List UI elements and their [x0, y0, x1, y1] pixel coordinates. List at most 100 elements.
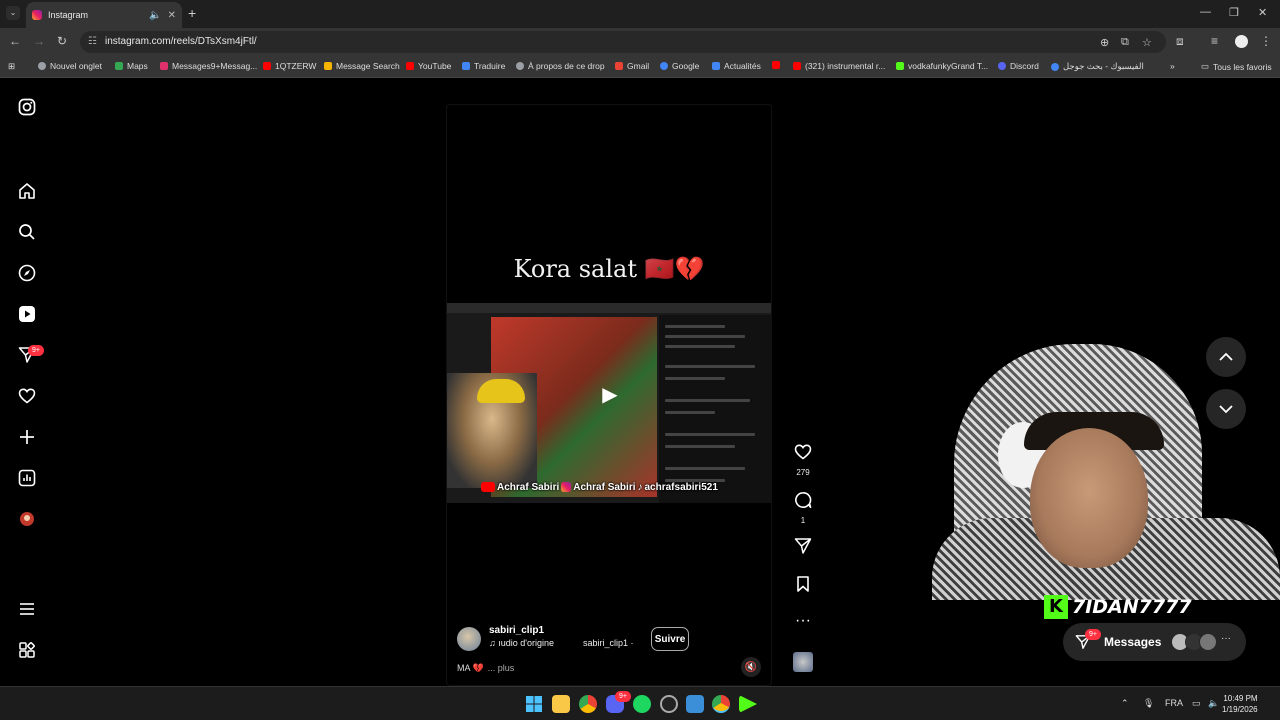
bookmark-item[interactable]: Message Search — [324, 61, 400, 71]
bookmark-icon[interactable] — [792, 575, 814, 598]
bookmark-label: Message Search — [336, 61, 400, 71]
system-clock[interactable]: 10:49 PM 1/19/2026 — [1222, 693, 1258, 715]
kick-app-icon[interactable] — [739, 695, 757, 713]
paint-icon[interactable] — [686, 695, 704, 713]
comment-action[interactable]: 1 — [792, 491, 814, 525]
explore-icon[interactable] — [17, 263, 37, 283]
bookmark-item[interactable]: À propos de ce drop — [516, 61, 605, 71]
reel-video[interactable]: Kora salat 🇲🇦💔 ▶ Achraf Sabiri Achraf Sa… — [446, 104, 772, 686]
chrome-icon[interactable] — [579, 695, 597, 713]
google-icon — [660, 62, 668, 70]
bookmark-item[interactable]: vodkafunkyGrand T... — [896, 61, 988, 71]
discord-badge: 9+ — [615, 691, 631, 702]
reels-icon[interactable] — [17, 304, 37, 324]
extensions-icon[interactable]: ⧈ — [1176, 34, 1184, 49]
close-window-button[interactable]: ✕ — [1258, 6, 1267, 19]
author-username[interactable]: sabiri_clip1 — [489, 625, 544, 636]
windows-start-icon[interactable] — [525, 695, 543, 713]
bookmark-item[interactable]: Messages9+Messag... — [160, 61, 257, 71]
tab-title: Instagram — [48, 10, 89, 20]
play-icon[interactable]: ▶ — [595, 379, 625, 409]
bookmark-item[interactable]: الفيسبوك - بحث جوجل — [1051, 61, 1144, 72]
folder-icon: ▭ — [1201, 61, 1210, 71]
volume-icon[interactable]: 🔈 — [1208, 698, 1219, 709]
media-controls-icon[interactable]: ≡ — [1211, 34, 1218, 48]
chrome-menu-icon[interactable]: ⋮ — [1260, 34, 1272, 48]
all-bookmarks-button[interactable]: ▭ Tous les favoris — [1201, 61, 1272, 72]
network-icon[interactable]: ▭ — [1192, 698, 1201, 709]
browser-tab[interactable]: Instagram 🔈 ✕ — [26, 2, 182, 28]
more-link[interactable]: ... plus — [488, 663, 515, 673]
google-icon — [1051, 62, 1059, 71]
profile-avatar-icon[interactable] — [17, 509, 37, 529]
audio-owner[interactable]: sabiri_clip1 · — [583, 638, 634, 648]
author-avatar[interactable] — [457, 627, 481, 651]
notifications-heart-icon[interactable] — [17, 386, 37, 406]
save-action[interactable] — [792, 575, 814, 598]
create-plus-icon[interactable] — [17, 427, 37, 447]
microphone-icon[interactable]: 🎙 — [1143, 698, 1154, 709]
new-tab-button[interactable]: + — [188, 5, 196, 21]
site-info-icon[interactable]: ☷ — [88, 36, 97, 47]
like-action[interactable]: 279 — [792, 443, 814, 477]
share-icon[interactable] — [792, 537, 814, 560]
bookmark-item[interactable]: Gmail — [615, 61, 649, 71]
profile-avatar[interactable] — [1235, 35, 1248, 48]
gmail-icon — [615, 62, 623, 70]
chrome-active-icon[interactable] — [712, 695, 730, 713]
close-tab-icon[interactable]: ✕ — [168, 10, 176, 21]
more-menu-icon[interactable] — [17, 599, 37, 619]
ellipsis-icon: ··· — [1221, 633, 1231, 644]
spotify-icon[interactable] — [633, 695, 651, 713]
file-explorer-icon[interactable] — [552, 695, 570, 713]
apps-icon[interactable]: ⊞ — [8, 61, 15, 72]
bookmark-item[interactable]: YouTube — [406, 61, 451, 71]
bookmark-item[interactable]: (321) instrumental r... — [793, 61, 885, 71]
audio-label[interactable]: ♫ ıudio d'origine — [489, 638, 554, 648]
comment-icon[interactable] — [792, 491, 814, 514]
reload-button[interactable]: ↻ — [57, 34, 67, 48]
audio-thumbnail[interactable] — [793, 652, 813, 672]
globe-icon — [38, 62, 46, 70]
cast-icon[interactable]: ⧉ — [1121, 36, 1129, 49]
bookmark-star-icon[interactable]: ☆ — [1142, 36, 1152, 49]
bookmark-item[interactable]: 1QTZERW — [263, 61, 316, 71]
address-bar[interactable]: ☷ instagram.com/reels/DTsXsm4jFtl/ ⊕ ⧉ ☆ — [80, 31, 1166, 53]
home-icon[interactable] — [17, 181, 37, 201]
webcam-overlay — [932, 338, 1280, 600]
bookmark-item[interactable]: Discord — [998, 61, 1039, 71]
mute-toggle-icon[interactable]: 🔇 — [741, 657, 761, 677]
share-action[interactable] — [792, 537, 814, 560]
messages-pill[interactable]: 9+ Messages ··· — [1063, 623, 1246, 661]
bookmark-item[interactable]: Actualités — [712, 61, 761, 71]
ellipsis-icon[interactable]: ··· — [792, 612, 814, 630]
show-hidden-icons[interactable]: ⌃ — [1121, 698, 1129, 709]
obs-icon[interactable] — [660, 695, 678, 713]
back-button[interactable]: ← — [9, 34, 21, 48]
insights-dashboard-icon[interactable] — [17, 468, 37, 488]
bookmark-item[interactable]: Google — [660, 61, 699, 71]
follow-button[interactable]: Suivre — [651, 627, 689, 651]
more-options-icon[interactable]: ··· — [792, 612, 814, 630]
tab-search-button[interactable]: ⌄ — [6, 6, 20, 20]
heart-icon[interactable] — [792, 443, 814, 466]
minimize-button[interactable]: — — [1200, 6, 1211, 18]
bookmark-label: الفيسبوك - بحث جوجل — [1063, 61, 1144, 71]
bookmark-label: (321) instrumental r... — [805, 61, 886, 71]
bookmark-item[interactable]: Maps — [115, 61, 148, 71]
also-from-meta-icon[interactable] — [17, 640, 37, 660]
zoom-icon[interactable]: ⊕ — [1100, 36, 1109, 49]
url-text[interactable]: instagram.com/reels/DTsXsm4jFtl/ — [105, 36, 257, 47]
music-note-icon: ♫ — [489, 638, 499, 648]
forward-button[interactable]: → — [33, 34, 45, 48]
language-indicator[interactable]: FRA — [1165, 698, 1183, 708]
search-icon[interactable] — [17, 222, 37, 242]
youtube-icon — [263, 62, 271, 70]
instagram-logo-icon[interactable] — [17, 97, 37, 117]
speaker-icon[interactable]: 🔈 — [149, 10, 161, 21]
more-bookmarks-icon[interactable]: » — [1170, 61, 1175, 71]
restore-button[interactable]: ❐ — [1229, 6, 1239, 19]
bookmark-item[interactable]: Nouvel onglet — [38, 61, 102, 71]
bookmark-item[interactable]: Traduire — [462, 61, 505, 71]
bookmark-item[interactable] — [772, 61, 784, 69]
